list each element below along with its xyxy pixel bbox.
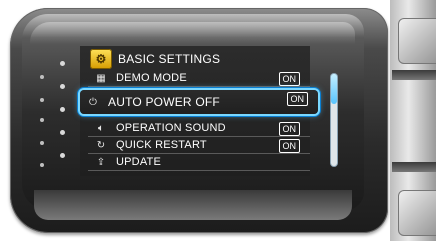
quick-restart-icon: ↻ [96,139,106,151]
menu-item-operation-sound[interactable]: 🔈︎ OPERATION SOUND ON [88,120,310,137]
sensor-dot [40,141,44,145]
touch-sensor-dots [40,55,80,185]
sensor-dot[interactable] [60,84,65,89]
hinge-bar [392,162,436,172]
hinge-knob-bottom [398,190,436,236]
sensor-dot[interactable] [60,61,65,66]
sensor-dot[interactable] [60,107,65,112]
menu-item-label: OPERATION SOUND [116,122,226,134]
menu-item-demo-mode[interactable]: ▦ DEMO MODE ON [88,70,310,87]
camcorder-body: ⚙ BASIC SETTINGS ▦ DEMO MODE ON ⏻ AUTO P… [0,0,436,241]
menu-item-label: UPDATE [116,156,162,168]
sensor-dot [40,163,44,167]
status-badge: ON [278,139,300,153]
sensor-dot[interactable] [60,153,65,158]
scrollbar-thumb[interactable] [331,74,337,104]
demo-icon: ▦ [96,72,106,84]
sensor-dot [40,75,44,79]
menu-item-label: AUTO POWER OFF [108,95,220,109]
status-badge: ON [278,122,300,136]
menu-item-label: QUICK RESTART [116,139,207,151]
sensor-dot [40,118,44,122]
divider [88,170,310,171]
menu-item-label: DEMO MODE [116,72,187,84]
menu-title: BASIC SETTINGS [118,52,221,66]
auto-power-off-icon: ⏻ [89,96,97,108]
menu-item-update[interactable]: ⇪ UPDATE [88,154,310,171]
menu-header: ⚙ BASIC SETTINGS [90,48,220,70]
hinge-knob-top [398,18,436,64]
wrench-settings-icon: ⚙ [90,49,112,69]
update-icon: ⇪ [96,156,106,168]
screen-reflection [30,22,355,44]
hinge-bar [392,70,436,80]
menu-item-quick-restart[interactable]: ↻ QUICK RESTART ON [88,137,310,154]
sensor-dot[interactable] [60,130,65,135]
menu-item-auto-power-off[interactable]: ⏻ AUTO POWER OFF ON [80,90,318,114]
basic-settings-menu: ⚙ BASIC SETTINGS ▦ DEMO MODE ON ⏻ AUTO P… [80,46,350,176]
screen-bottom-bezel [34,190,352,220]
status-badge: ON [286,92,308,106]
speaker-icon: 🔈︎ [98,122,104,134]
status-badge: ON [278,72,300,86]
divider [88,86,310,87]
sensor-dot [40,98,44,102]
